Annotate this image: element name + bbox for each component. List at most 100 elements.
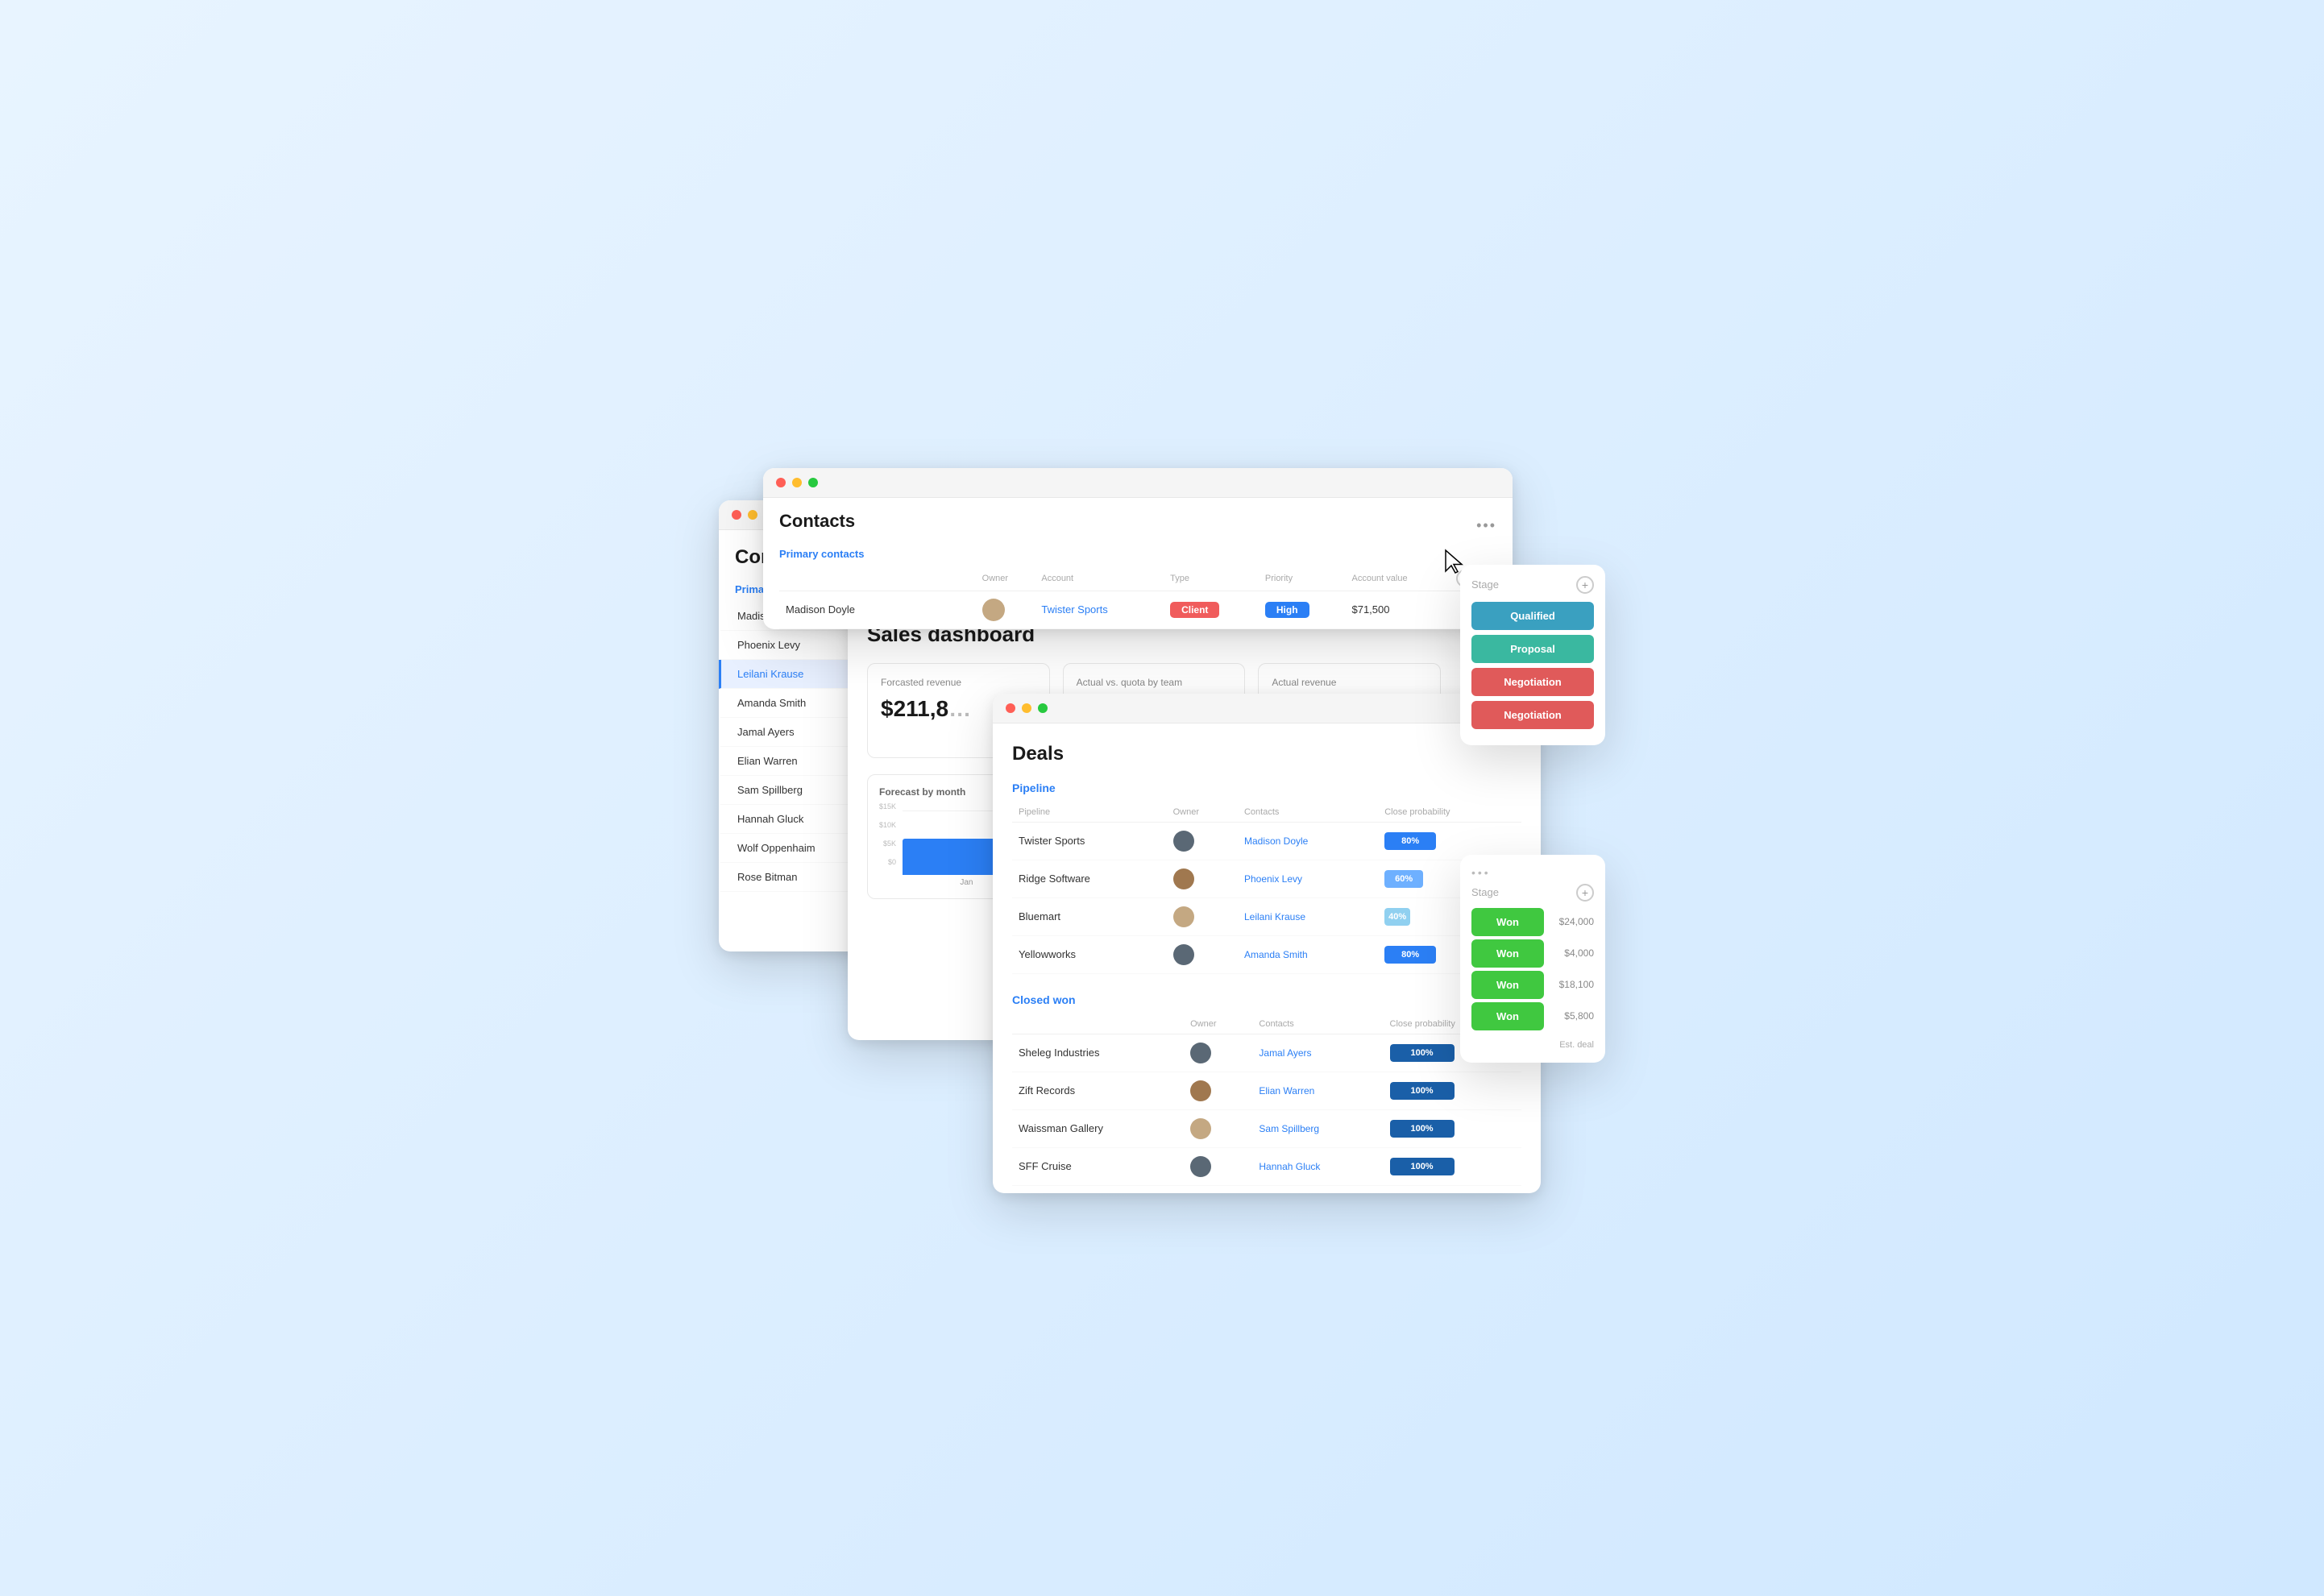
pipeline-row-0: Twister Sports Madison Doyle 80% [1012,822,1521,860]
th-owner: Owner [976,566,1035,591]
cw-avatar-3 [1190,1156,1211,1177]
ct-priority-0: High [1259,591,1346,628]
est-deal-header: Est. deal [1559,1040,1594,1050]
ct-type-0: Client [1164,591,1259,628]
pipeline-contact-0: Madison Doyle [1238,822,1378,860]
cw-link-3[interactable]: Hannah Gluck [1259,1161,1320,1172]
deals-tl-green[interactable] [1038,703,1048,713]
ct-tl-yellow[interactable] [792,478,802,487]
contact-link-1[interactable]: Phoenix Levy [1244,873,1302,885]
contacts-tbl: Owner Account Type Priority Account valu… [779,566,1496,629]
th-account: Account [1035,566,1164,591]
deals-tl-red[interactable] [1006,703,1015,713]
contact-link-0[interactable]: Madison Doyle [1244,835,1308,847]
cw-fill-0: 100% [1390,1044,1455,1062]
cw-prob-1: 100% [1384,1072,1521,1109]
ct-name-1: Phoenix Levy [779,628,976,629]
prob-fill-1: 60% [1384,870,1423,888]
deals-window: Deals Pipeline Pipeline Owner Contacts C… [993,694,1541,1193]
est-deal-0: $24,000 [1549,916,1594,927]
est-deal-1: $4,000 [1549,947,1594,959]
cw-contact-1: Elian Warren [1252,1072,1383,1109]
cw-link-0[interactable]: Jamal Ayers [1259,1047,1311,1059]
closed-won-label: Closed won [1012,993,1521,1006]
prob-bar-3: 80% [1384,946,1449,964]
stage-panel-1-header: Stage + [1471,576,1594,594]
est-deal-3: $5,800 [1549,1010,1594,1022]
cw-owner-2 [1184,1109,1252,1147]
stage-item-negotiation-2[interactable]: Negotiation [1471,701,1594,729]
contact-name-7: Hannah Gluck [737,813,803,825]
th-pipeline: Pipeline [1012,802,1167,823]
ct-owner-1 [976,628,1035,629]
prob-bar-0: 80% [1384,832,1449,850]
pipeline-name-3: Yellowworks [1012,935,1167,973]
ct-row-1: Phoenix Levy Ridge Software Lead High $1… [779,628,1496,629]
cw-bar-1: 100% [1390,1082,1455,1100]
stage-item-proposal[interactable]: Proposal [1471,635,1594,663]
stage-won-0[interactable]: Won [1471,908,1544,936]
cw-row-1: Zift Records Elian Warren 100% [1012,1072,1521,1109]
pipeline-row-1: Ridge Software Phoenix Levy 60% [1012,860,1521,897]
cw-bar-0: 100% [1390,1044,1455,1062]
contact-link-2[interactable]: Leilani Krause [1244,911,1305,922]
tl-red[interactable] [732,510,741,520]
cw-avatar-0 [1190,1043,1211,1063]
ct-tl-red[interactable] [776,478,786,487]
contact-link-3[interactable]: Amanda Smith [1244,949,1308,960]
avatar-0 [1173,831,1194,852]
th-contacts-1: Contacts [1238,802,1378,823]
th-cw-pipeline [1012,1014,1184,1034]
cw-fill-3: 100% [1390,1158,1455,1175]
prob-bar-2: 40% [1384,908,1449,926]
ct-row-0: Madison Doyle Twister Sports Client High… [779,591,1496,628]
stage-label-1: Stage [1471,578,1499,591]
pipeline-contact-2: Leilani Krause [1238,897,1378,935]
pipeline-label: Pipeline [1012,781,1521,794]
avatar-3 [1173,944,1194,965]
pipeline-name-1: Ridge Software [1012,860,1167,897]
stage-item-negotiation-1[interactable]: Negotiation [1471,668,1594,696]
th-owner-1: Owner [1167,802,1238,823]
stage-won-3[interactable]: Won [1471,1002,1544,1030]
cw-contact-3: Hannah Gluck [1252,1147,1383,1185]
cw-prob-2: 100% [1384,1109,1521,1147]
contact-name-9: Rose Bitman [737,871,797,883]
pipeline-row-2: Bluemart Leilani Krause 40% [1012,897,1521,935]
cw-fill-1: 100% [1390,1082,1455,1100]
stage-panel-2-dots[interactable]: ••• [1471,866,1491,879]
cw-fill-2: 100% [1390,1120,1455,1138]
ct-type-1: Lead [1164,628,1259,629]
pipeline-name-0: Twister Sports [1012,822,1167,860]
stage-won-1[interactable]: Won [1471,939,1544,968]
pipeline-owner-2 [1167,897,1238,935]
contact-name-2: Leilani Krause [737,668,803,680]
ct-tl-green[interactable] [808,478,818,487]
cw-avatar-1 [1190,1080,1211,1101]
stage-won-2[interactable]: Won [1471,971,1544,999]
tl-yellow[interactable] [748,510,757,520]
stage-label-2: Stage [1471,886,1499,898]
cw-owner-3 [1184,1147,1252,1185]
stage-add-btn-2[interactable]: + [1576,884,1594,902]
contact-name-8: Wolf Oppenhaim [737,842,815,854]
stage-item-qualified[interactable]: Qualified [1471,602,1594,630]
prob-fill-3: 80% [1384,946,1436,964]
cw-row-3: SFF Cruise Hannah Gluck 100% [1012,1147,1521,1185]
ct-priority-1: High [1259,628,1346,629]
ct-account-link-0[interactable]: Twister Sports [1041,603,1107,616]
cw-link-1[interactable]: Elian Warren [1259,1085,1314,1096]
contacts-table-content: Contacts ••• Primary contacts Owner Acco… [763,498,1513,629]
deals-tl-yellow[interactable] [1022,703,1031,713]
ct-value-1: $140,000 [1345,628,1450,629]
cw-name-0: Sheleg Industries [1012,1034,1184,1072]
ct-name-0: Madison Doyle [779,591,976,628]
cw-link-2[interactable]: Sam Spillberg [1259,1123,1319,1134]
th-cw-contacts: Contacts [1252,1014,1383,1034]
deals-titlebar [993,694,1541,723]
stage-add-btn-1[interactable]: + [1576,576,1594,594]
pipeline-row-3: Yellowworks Amanda Smith 80% [1012,935,1521,973]
ct-menu-dots[interactable]: ••• [1476,517,1496,534]
contacts-table-window: Contacts ••• Primary contacts Owner Acco… [763,468,1513,629]
cw-name-2: Waissman Gallery [1012,1109,1184,1147]
